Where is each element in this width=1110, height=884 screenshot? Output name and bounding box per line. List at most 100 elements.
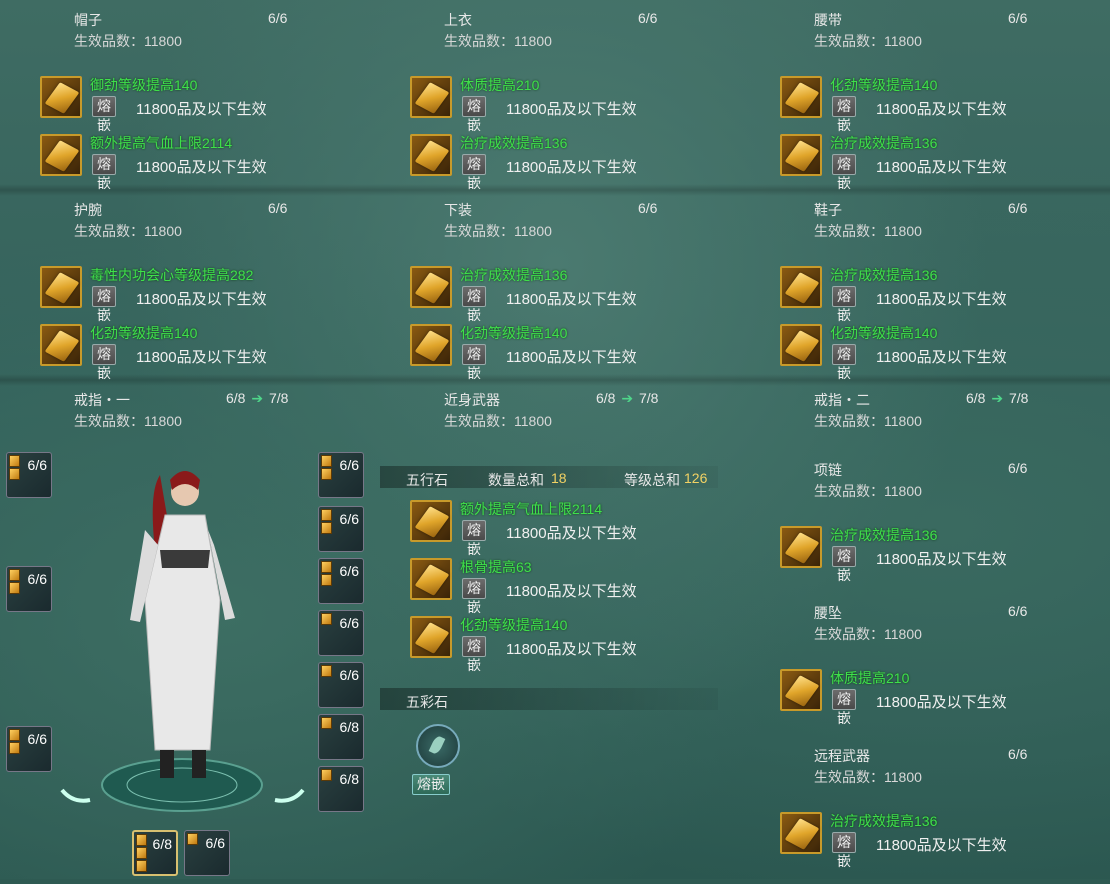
fuse-button[interactable]: 熔嵌 xyxy=(462,636,486,673)
equipment-count: 6/6 xyxy=(1008,10,1028,26)
gem-pip-icon xyxy=(136,860,147,872)
gem-icon[interactable] xyxy=(40,266,82,308)
gem-pip-icon xyxy=(136,847,147,859)
equipment-count: 6/8 ➔ 7/8 xyxy=(966,390,1028,407)
gem-icon[interactable] xyxy=(40,76,82,118)
equipment-name: 下装 xyxy=(444,202,472,218)
gem-icon[interactable] xyxy=(780,266,822,308)
fuse-button[interactable]: 熔嵌 xyxy=(832,154,856,191)
gem-name: 化劲等级提高140 xyxy=(830,77,938,93)
equipment-slot[interactable]: 6/6 xyxy=(6,726,52,772)
gem-name: 毒性内功会心等级提高282 xyxy=(90,267,254,283)
fuse-desc: 11800品及以下生效 xyxy=(876,837,1007,854)
equipment-slot[interactable]: 6/6 xyxy=(6,566,52,612)
fuse-button[interactable]: 熔嵌 xyxy=(462,154,486,191)
slot-count: 6/6 xyxy=(27,457,47,473)
gem-pip-icon xyxy=(9,455,20,467)
equipment-slot[interactable]: 6/6 xyxy=(318,558,364,604)
effect-label: 生效品数：11800 xyxy=(444,413,552,429)
equipment-block: 上衣 6/6 生效品数：11800 体质提高210 熔嵌 11800品及以下生效… xyxy=(370,0,740,191)
wuxing-qty: 18 xyxy=(551,470,567,486)
effect-label: 生效品数：11800 xyxy=(814,769,922,785)
gem-name: 化劲等级提高140 xyxy=(830,325,938,341)
slot-count: 6/6 xyxy=(205,835,225,851)
gem-icon[interactable] xyxy=(780,669,822,711)
slot-count: 6/6 xyxy=(339,667,359,683)
fuse-desc: 11800品及以下生效 xyxy=(506,291,637,308)
equipment-slot[interactable]: 6/6 xyxy=(318,506,364,552)
gem-pip-icon xyxy=(9,729,20,741)
fuse-desc: 11800品及以下生效 xyxy=(506,525,637,542)
equipment-block: 下装 6/6 生效品数：11800 治疗成效提高136 熔嵌 11800品及以下… xyxy=(370,190,740,381)
gem-pip-icon xyxy=(321,769,332,781)
gem-name: 体质提高210 xyxy=(460,77,540,93)
gem-name: 治疗成效提高136 xyxy=(460,135,568,151)
current-count: 6/8 xyxy=(966,390,986,406)
equipment-slot[interactable]: 6/6 xyxy=(318,610,364,656)
gem-name: 御劲等级提高140 xyxy=(90,77,198,93)
effect-label: 生效品数：11800 xyxy=(814,223,922,239)
gem-icon[interactable] xyxy=(780,812,822,854)
gem-icon[interactable] xyxy=(410,500,452,542)
effect-label: 生效品数：11800 xyxy=(74,413,182,429)
wucai-slot[interactable] xyxy=(416,724,460,768)
effect-label: 生效品数：11800 xyxy=(814,483,922,499)
equipment-block: 护腕 6/6 生效品数：11800 毒性内功会心等级提高282 熔嵌 11800… xyxy=(0,190,370,381)
equipment-slot[interactable]: 6/8 xyxy=(318,766,364,812)
equipment-slot[interactable]: 6/6 xyxy=(318,452,364,498)
effect-label: 生效品数：11800 xyxy=(74,33,182,49)
slot-count: 6/6 xyxy=(339,615,359,631)
current-count: 6/8 xyxy=(596,390,616,406)
fuse-button[interactable]: 熔嵌 xyxy=(92,154,116,191)
fuse-button[interactable]: 熔嵌 xyxy=(462,286,486,323)
pips xyxy=(321,769,332,782)
upgrade-block: 戒指・一 6/8 ➔ 7/8 生效品数：11800 xyxy=(0,380,370,450)
equipment-count: 6/6 xyxy=(1008,200,1028,216)
fuse-button[interactable]: 熔嵌 xyxy=(92,344,116,381)
gem-icon[interactable] xyxy=(780,76,822,118)
fuse-button[interactable]: 熔嵌 xyxy=(832,689,856,726)
gem-icon[interactable] xyxy=(410,558,452,600)
gem-pip-icon xyxy=(187,833,198,845)
wucai-fuse-button[interactable]: 熔嵌 xyxy=(412,774,450,795)
fuse-button[interactable]: 熔嵌 xyxy=(462,96,486,133)
equipment-slot[interactable]: 6/6 xyxy=(318,662,364,708)
equipment-slot[interactable]: 6/8 xyxy=(132,830,178,876)
fuse-button[interactable]: 熔嵌 xyxy=(92,96,116,133)
equipment-slot[interactable]: 6/6 xyxy=(184,830,230,876)
next-count: 7/8 xyxy=(638,390,659,406)
gem-icon[interactable] xyxy=(410,616,452,658)
gem-name: 化劲等级提高140 xyxy=(460,617,568,633)
equipment-slot[interactable]: 6/6 xyxy=(6,452,52,498)
effect-label: 生效品数：11800 xyxy=(444,33,552,49)
gem-icon[interactable] xyxy=(410,266,452,308)
gem-icon[interactable] xyxy=(40,324,82,366)
fuse-button[interactable]: 熔嵌 xyxy=(462,344,486,381)
gem-name: 治疗成效提高136 xyxy=(830,135,938,151)
fuse-button[interactable]: 熔嵌 xyxy=(832,96,856,133)
slot-count: 6/6 xyxy=(27,571,47,587)
gem-pip-icon xyxy=(321,665,332,677)
wucai-title: 五彩石 xyxy=(406,694,448,710)
gem-icon[interactable] xyxy=(780,526,822,568)
fuse-button[interactable]: 熔嵌 xyxy=(832,286,856,323)
fuse-desc: 11800品及以下生效 xyxy=(506,101,637,118)
fuse-button[interactable]: 熔嵌 xyxy=(832,344,856,381)
gem-icon[interactable] xyxy=(410,76,452,118)
pips xyxy=(321,665,332,678)
gem-icon[interactable] xyxy=(780,324,822,366)
fuse-button[interactable]: 熔嵌 xyxy=(92,286,116,323)
gem-icon[interactable] xyxy=(410,134,452,176)
gem-name: 治疗成效提高136 xyxy=(830,527,938,543)
fuse-button[interactable]: 熔嵌 xyxy=(832,832,856,869)
fuse-button[interactable]: 熔嵌 xyxy=(462,578,486,615)
gem-icon[interactable] xyxy=(780,134,822,176)
character-preview xyxy=(0,450,370,879)
equipment-slot[interactable]: 6/8 xyxy=(318,714,364,760)
fuse-button[interactable]: 熔嵌 xyxy=(462,520,486,557)
gem-icon[interactable] xyxy=(40,134,82,176)
wucai-panel: 五彩石 熔嵌 xyxy=(380,686,718,806)
gem-pip-icon xyxy=(321,522,332,534)
fuse-button[interactable]: 熔嵌 xyxy=(832,546,856,583)
gem-icon[interactable] xyxy=(410,324,452,366)
